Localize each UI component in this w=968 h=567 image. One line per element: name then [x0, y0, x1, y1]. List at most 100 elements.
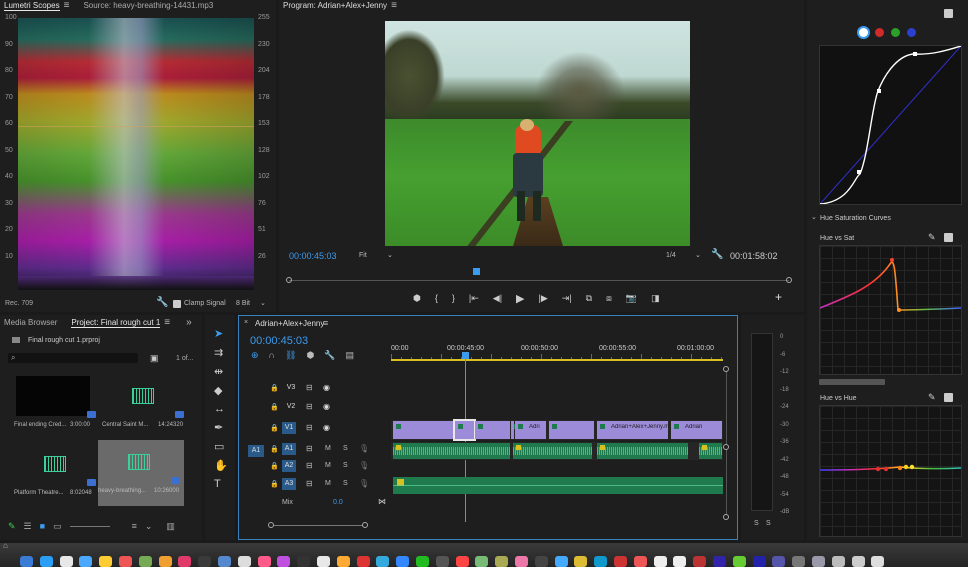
track-select-tool-icon[interactable]: ⇉ [214, 346, 228, 359]
channel-dot[interactable] [875, 28, 884, 37]
track-name-label[interactable]: V3 [284, 382, 298, 394]
sync-lock-icon[interactable]: ⊟ [306, 383, 313, 392]
dock-app-icon[interactable] [317, 556, 330, 567]
hue-vs-sat-graph[interactable] [819, 245, 962, 375]
tab-source[interactable]: Source: heavy-breathing-14431.mp3 [83, 1, 213, 10]
dock-app-icon[interactable] [257, 556, 271, 567]
video-frame[interactable] [385, 21, 690, 246]
close-icon[interactable]: × [244, 319, 248, 326]
audio-clip[interactable] [597, 443, 688, 459]
hue-sat-curves-header[interactable]: Hue Saturation Curves [820, 215, 891, 222]
lock-icon[interactable]: 🔒 [270, 445, 279, 453]
type-tool-icon[interactable]: T [214, 478, 228, 490]
a3-clip[interactable] [393, 477, 723, 494]
dock-app-icon[interactable] [455, 556, 469, 567]
solo-button[interactable]: S [343, 462, 348, 469]
project-item-thumbnail[interactable] [16, 376, 96, 418]
dock-app-icon[interactable] [673, 556, 687, 567]
dock-app-icon[interactable] [792, 556, 806, 567]
hue-vs-sat-slider[interactable] [819, 379, 885, 385]
video-clip[interactable] [453, 419, 476, 441]
source-patch-a1[interactable]: A1 [248, 445, 264, 457]
chevron-down-icon[interactable]: ⌄ [387, 251, 393, 259]
dock-app-icon[interactable] [356, 556, 370, 567]
microphone-icon[interactable]: 🎙 [359, 444, 369, 453]
captions-icon[interactable]: ▤ [346, 350, 355, 361]
step-forward-icon[interactable]: |▶ [539, 293, 548, 304]
dock-app-icon[interactable] [277, 556, 291, 567]
channel-dot[interactable] [859, 28, 868, 37]
audio-clip[interactable] [699, 443, 722, 459]
hue-vs-sat-checkbox[interactable] [944, 233, 953, 242]
dock-app-icon[interactable] [732, 556, 746, 567]
camera-icon[interactable]: 📷 [626, 293, 637, 304]
dock-app-icon[interactable] [574, 556, 588, 567]
hand-tool-icon[interactable]: ✋ [214, 459, 228, 472]
nest-icon[interactable]: ⊕ [251, 350, 259, 361]
dock-app-icon[interactable] [594, 556, 608, 567]
lock-icon[interactable]: 🔒 [270, 424, 279, 432]
playhead-marker[interactable] [473, 268, 480, 275]
hue-vs-hue-checkbox[interactable] [944, 393, 953, 402]
wrench-icon[interactable]: 🔧 [711, 250, 723, 260]
list-view-icon[interactable]: ☰ [24, 521, 32, 532]
dock-app-icon[interactable] [851, 556, 865, 567]
rectangle-tool-icon[interactable]: ▭ [214, 440, 228, 453]
bit-depth-select[interactable]: 8 Bit [236, 300, 250, 307]
dock-app-icon[interactable] [614, 556, 627, 567]
chevron-down-icon[interactable]: ⌄ [260, 299, 266, 307]
tab-media-browser[interactable]: Media Browser [4, 318, 57, 327]
chevron-down-icon[interactable]: ⌄ [811, 213, 817, 221]
dock-app-icon[interactable] [534, 556, 548, 567]
mark-in-icon[interactable]: { [435, 293, 438, 303]
sequence-tab[interactable]: Adrian+Alex+Jenny [255, 319, 324, 328]
microphone-icon[interactable]: 🎙 [359, 479, 369, 488]
project-search-input[interactable]: ⌕ [8, 353, 138, 363]
track-name-label[interactable]: V2 [284, 401, 298, 413]
dock-app-icon[interactable] [336, 556, 350, 567]
play-icon[interactable]: ▶ [516, 292, 524, 305]
wrench-icon[interactable]: 🔧 [156, 298, 168, 308]
slip-tool-icon[interactable]: ↔ [214, 403, 228, 415]
pen-tool-icon[interactable]: ✒ [214, 421, 228, 434]
track-name-label[interactable]: A2 [282, 460, 296, 472]
solo-right-button[interactable]: S [766, 520, 771, 527]
video-clip[interactable] [475, 421, 510, 439]
project-item-thumbnail[interactable] [100, 442, 180, 484]
lock-icon[interactable]: 🔒 [270, 403, 279, 411]
project-item[interactable]: Final ending Cred... 3:00:00 [14, 374, 100, 440]
solo-left-button[interactable]: S [754, 520, 759, 527]
lock-icon[interactable]: 🔒 [270, 480, 279, 488]
eye-icon[interactable]: ◉ [323, 423, 330, 432]
razor-tool-icon[interactable]: ◆ [214, 384, 228, 397]
lock-icon[interactable]: 🔒 [270, 462, 279, 470]
dock-app-icon[interactable] [515, 556, 528, 567]
add-marker-icon[interactable]: ⬢ [306, 350, 314, 361]
panel-menu-icon[interactable]: ≡ [323, 318, 328, 328]
video-clip[interactable] [393, 421, 454, 439]
project-item[interactable]: heavy-breathing... 10:26000 [98, 440, 184, 506]
dock-app-icon[interactable] [633, 556, 647, 567]
dock-app-icon[interactable] [475, 556, 489, 567]
dock-app-icon[interactable] [79, 556, 93, 567]
dock-app-icon[interactable] [653, 556, 667, 567]
chevron-down-icon[interactable]: ⌄ [145, 521, 153, 532]
automate-icon[interactable]: ▥ [166, 521, 175, 532]
dock-app-icon[interactable] [99, 556, 113, 567]
video-clip[interactable]: Adrian [671, 421, 722, 439]
mix-value[interactable]: 0.0 [333, 499, 343, 506]
video-clip[interactable] [549, 421, 594, 439]
fit-select[interactable]: Fit [359, 252, 367, 259]
sort-icon[interactable]: ≡ [132, 521, 137, 531]
rgb-curve-graph[interactable] [819, 45, 962, 205]
wrench-icon[interactable]: 🔧 [324, 350, 335, 361]
audio-clip[interactable] [513, 443, 592, 459]
panel-menu-icon[interactable]: ≡ [164, 317, 170, 328]
timeline-vertical-scroll[interactable] [723, 366, 729, 520]
dock-app-icon[interactable] [178, 556, 192, 567]
mute-button[interactable]: M [325, 445, 331, 452]
dock-app-icon[interactable] [237, 556, 251, 567]
tab-lumetri-scopes[interactable]: Lumetri Scopes [4, 1, 60, 11]
microphone-icon[interactable]: 🎙 [359, 461, 369, 470]
sync-lock-icon[interactable]: ⊟ [306, 423, 313, 432]
